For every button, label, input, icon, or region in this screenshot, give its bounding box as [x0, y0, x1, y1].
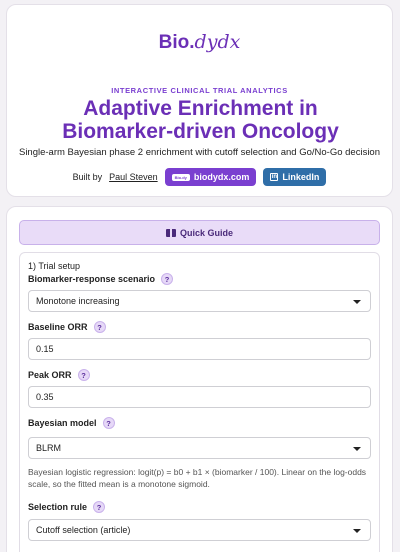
baseline-orr-input[interactable]: 0.15 [28, 338, 371, 360]
quick-guide-button[interactable]: Quick Guide [19, 220, 380, 245]
scenario-select[interactable]: Monotone increasing [28, 290, 371, 312]
peak-orr-input[interactable]: 0.35 [28, 386, 371, 408]
chevron-down-icon [353, 529, 361, 533]
eyebrow-text: INTERACTIVE CLINICAL TRIAL ANALYTICS [111, 86, 288, 95]
chevron-down-icon [353, 447, 361, 451]
linkedin-button[interactable]: in LinkedIn [263, 168, 327, 186]
peak-orr-label: Peak ORR ? [28, 369, 90, 381]
quick-guide-label: Quick Guide [179, 227, 233, 238]
model-description: Bayesian logistic regression: logit(p) =… [28, 467, 367, 489]
linkedin-icon: in [270, 173, 279, 181]
help-icon[interactable]: ? [93, 501, 106, 513]
bayesian-model-value: BLRM [36, 443, 62, 453]
chevron-down-icon [353, 300, 361, 304]
biodydx-logo: Bio.dydx [158, 31, 241, 53]
biodydx-button-label: biodydx.com [193, 172, 250, 182]
scenario-value: Monotone increasing [36, 296, 120, 306]
header-card: Bio.dydx INTERACTIVE CLINICAL TRIAL ANAL… [6, 4, 393, 197]
biodydx-mini-logo: Bio.dy [171, 173, 190, 181]
baseline-orr-value: 0.15 [36, 344, 54, 354]
help-icon[interactable]: ? [77, 369, 90, 381]
book-icon [165, 228, 176, 237]
section-title: 1) Trial setup [28, 261, 81, 271]
scenario-label: Biomarker-response scenario ? [28, 273, 174, 285]
biodydx-button[interactable]: Bio.dy biodydx.com [164, 168, 257, 186]
byline: Built by Paul Steven Bio.dy biodydx.com … [7, 168, 392, 186]
selection-rule-select[interactable]: Cutoff selection (article) [28, 519, 371, 541]
peak-orr-value: 0.35 [36, 392, 54, 402]
trial-setup-section: 1) Trial setup Biomarker-response scenar… [19, 252, 380, 552]
help-icon[interactable]: ? [93, 321, 106, 333]
selection-rule-value: Cutoff selection (article) [36, 525, 131, 535]
baseline-orr-label: Baseline ORR ? [28, 321, 106, 333]
help-icon[interactable]: ? [161, 273, 174, 285]
built-by-label: Built by [72, 172, 103, 182]
page-subtitle: Single-arm Bayesian phase 2 enrichment w… [18, 147, 381, 158]
selection-rule-label: Selection rule ? [28, 501, 106, 513]
help-icon[interactable]: ? [102, 417, 115, 429]
author-link[interactable]: Paul Steven [109, 172, 158, 182]
page-title: Adaptive Enrichment in Biomarker-driven … [62, 97, 339, 143]
bayesian-model-select[interactable]: BLRM [28, 437, 371, 459]
bayesian-model-label: Bayesian model ? [28, 417, 115, 429]
main-panel: Quick Guide 1) Trial setup Biomarker-res… [6, 206, 393, 552]
linkedin-button-label: LinkedIn [282, 172, 320, 182]
